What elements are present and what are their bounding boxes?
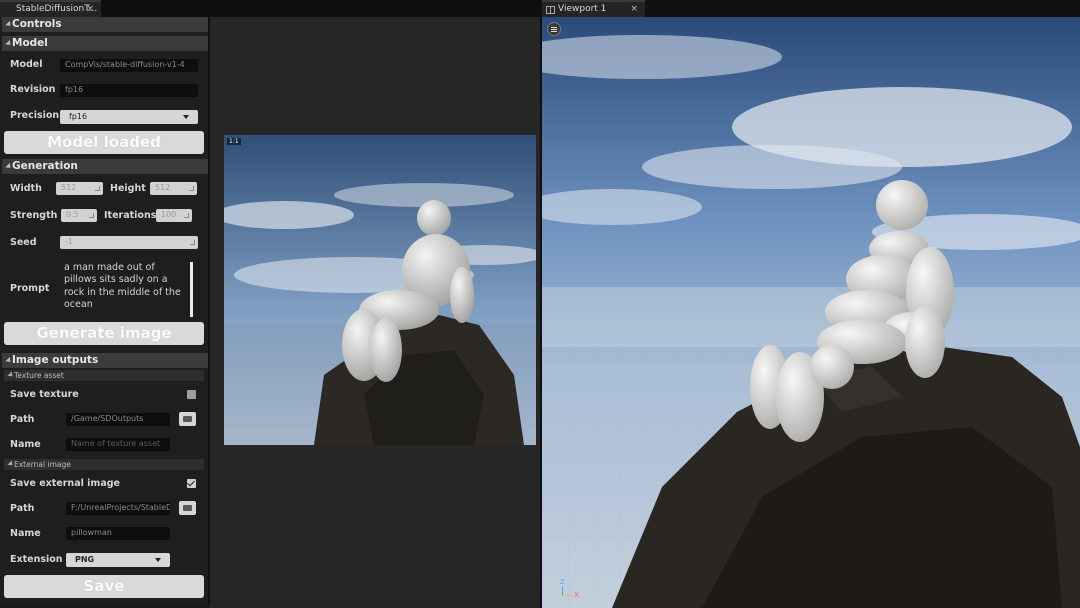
precision-value: fp16: [69, 112, 88, 121]
drag-handle-icon: [89, 213, 94, 218]
external-image-subheader[interactable]: External image: [4, 459, 204, 470]
external-name-field[interactable]: pillowman: [66, 527, 170, 540]
drag-handle-icon: [190, 240, 195, 245]
iterations-value: 100: [161, 210, 177, 219]
texture-path-label: Path: [10, 414, 35, 425]
axis-x-label: X: [574, 591, 579, 599]
generated-image: [224, 135, 536, 445]
folder-icon[interactable]: [179, 501, 196, 515]
save-texture-label: Save texture: [10, 389, 79, 400]
controls-panel: Controls Model Model CompVis/stable-diff…: [0, 17, 210, 605]
extension-label: Extension: [10, 554, 63, 565]
tab-viewport-1[interactable]: Viewport 1 ×: [542, 0, 645, 17]
close-icon[interactable]: ×: [630, 4, 638, 14]
precision-label: Precision: [10, 110, 60, 121]
external-path-field[interactable]: F:/UnrealProjects/StableDiffu: [66, 502, 170, 515]
prompt-label: Prompt: [10, 283, 50, 294]
viewport-icon: [546, 6, 555, 14]
height-input[interactable]: 512: [150, 182, 197, 195]
seed-label: Seed: [10, 237, 37, 248]
folder-icon[interactable]: [179, 412, 196, 426]
generated-image-preview: 1:1: [224, 135, 536, 445]
strength-label: Strength: [10, 210, 58, 221]
width-input[interactable]: 512: [56, 182, 103, 195]
x-axis-line: [562, 595, 572, 596]
close-icon[interactable]: ×: [86, 4, 94, 14]
revision-label: Revision: [10, 84, 56, 95]
save-button[interactable]: Save: [4, 575, 204, 598]
extension-dropdown[interactable]: PNG: [66, 553, 170, 567]
texture-name-field[interactable]: Name of texture asset: [66, 438, 170, 451]
editor-window: StableDiffusionT... × Controls Model Mod…: [0, 0, 1080, 608]
iterations-input[interactable]: 100: [156, 209, 192, 222]
save-external-checkbox[interactable]: [187, 479, 196, 488]
seed-value: -1: [65, 237, 73, 246]
texture-asset-subheader[interactable]: Texture asset: [4, 370, 204, 381]
chevron-down-icon: [155, 558, 161, 562]
model-label: Model: [10, 59, 43, 70]
model-section-header[interactable]: Model: [2, 36, 208, 51]
left-tab-bar: StableDiffusionT... ×: [0, 0, 540, 17]
model-field[interactable]: CompVis/stable-diffusion-v1-4: [60, 59, 198, 72]
tab-stable-diffusion-tools[interactable]: StableDiffusionT... ×: [0, 0, 101, 17]
preview-badge: 1:1: [227, 138, 241, 145]
drag-handle-icon: [189, 186, 194, 191]
chevron-down-icon: [183, 115, 189, 119]
iterations-label: Iterations: [104, 210, 157, 221]
tab-label: StableDiffusionT...: [16, 4, 98, 14]
strength-input[interactable]: 0.5: [61, 209, 97, 222]
revision-field[interactable]: fp16: [60, 84, 198, 97]
height-label: Height: [110, 183, 146, 194]
external-path-label: Path: [10, 503, 35, 514]
tab-label: Viewport 1: [558, 4, 607, 14]
drag-handle-icon: [184, 213, 189, 218]
texture-path-field[interactable]: /Game/SDOutputs: [66, 413, 170, 426]
generation-section-header[interactable]: Generation: [2, 159, 208, 174]
plugin-dock: StableDiffusionT... × Controls Model Mod…: [0, 0, 540, 608]
drag-handle-icon: [95, 186, 100, 191]
generate-image-button[interactable]: Generate image: [4, 322, 204, 345]
extension-value: PNG: [75, 555, 95, 564]
width-label: Width: [10, 183, 42, 194]
prompt-textarea[interactable]: a man made out of pillows sits sadly on …: [64, 262, 186, 311]
texture-name-label: Name: [10, 439, 41, 450]
save-texture-checkbox[interactable]: [187, 390, 196, 399]
axis-z-label: Z: [560, 578, 565, 586]
seed-input[interactable]: -1: [60, 236, 198, 249]
z-axis-line: [562, 586, 563, 595]
viewport-options-icon[interactable]: [547, 22, 561, 36]
image-outputs-header[interactable]: Image outputs: [2, 353, 208, 368]
height-value: 512: [155, 183, 171, 192]
strength-value: 0.5: [66, 210, 79, 219]
controls-header[interactable]: Controls: [2, 17, 208, 32]
save-external-label: Save external image: [10, 478, 120, 489]
load-model-button[interactable]: Model loaded: [4, 131, 204, 154]
precision-dropdown[interactable]: fp16: [60, 110, 198, 124]
level-viewport[interactable]: Z X: [542, 17, 1080, 608]
external-name-label: Name: [10, 528, 41, 539]
prompt-scrollbar[interactable]: [190, 262, 193, 317]
width-value: 512: [61, 183, 77, 192]
viewport-scene: [542, 17, 1080, 608]
